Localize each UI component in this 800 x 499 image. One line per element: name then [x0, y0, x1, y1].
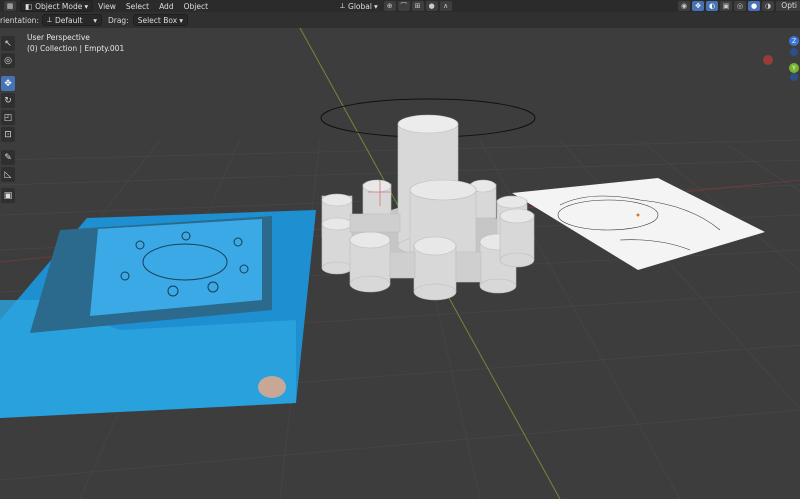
castle-model[interactable] — [321, 114, 535, 301]
collection-info: (0) Collection | Empty.001 — [27, 44, 125, 53]
editor-type-icon[interactable]: ▦ — [4, 1, 16, 11]
menu-add[interactable]: Add — [154, 2, 179, 11]
mode-label: Object Mode — [35, 1, 83, 11]
wireframe-shading-icon[interactable]: ◎ — [734, 1, 746, 11]
menu-view[interactable]: View — [93, 2, 121, 11]
viewport-header: ▦ ◧ Object Mode ▾ View Select Add Object… — [0, 0, 800, 12]
solid-shading-icon[interactable]: ● — [748, 1, 760, 11]
orientation-axes-icon: ⟂ — [46, 15, 52, 24]
menu-select[interactable]: Select — [121, 2, 154, 11]
overlay-toggle-icon[interactable]: ◐ — [706, 1, 718, 11]
object-mode-icon: ◧ — [25, 1, 33, 11]
visibility-eye-icon[interactable]: ◉ — [678, 1, 690, 11]
menu-object[interactable]: Object — [179, 2, 213, 11]
pivot-point-icon[interactable]: ⊕ — [383, 1, 396, 11]
material-shading-icon[interactable]: ◑ — [762, 1, 774, 11]
photo-plane-blue[interactable] — [0, 210, 316, 418]
drag-dropdown[interactable]: Select Box ▾ — [132, 14, 188, 26]
chevron-down-icon: ▾ — [93, 15, 97, 25]
orientation-dropdown[interactable]: ⟂ Default ▾ — [41, 14, 102, 26]
map-plane-white[interactable] — [512, 178, 765, 270]
chevron-down-icon: ▾ — [179, 15, 183, 25]
tool-settings-bar: rientation: ⟂ Default ▾ Drag: Select Box… — [0, 12, 800, 28]
drag-label: Drag: — [107, 15, 129, 25]
transform-icon[interactable]: ⊡ — [1, 127, 15, 142]
select-box-icon[interactable]: ↖ — [1, 36, 15, 51]
measure-icon[interactable]: ◺ — [1, 167, 15, 182]
navigation-gizmo[interactable]: Z Y — [760, 30, 800, 90]
annotate-icon[interactable]: ✎ — [1, 150, 15, 165]
scale-icon[interactable]: ◰ — [1, 110, 15, 125]
add-cube-icon[interactable]: ▣ — [1, 188, 15, 203]
orientation-axes-icon: ⟂ — [340, 1, 346, 10]
chevron-down-icon: ▾ — [84, 1, 89, 11]
neg-y-axis-icon[interactable] — [790, 73, 798, 81]
gizmo-toggle-icon[interactable]: ✥ — [692, 1, 704, 11]
cursor-icon[interactable]: ◎ — [1, 53, 15, 68]
transform-orientation-label: Global — [348, 1, 372, 11]
toolbar: ↖ ◎ ✥ ↻ ◰ ⊡ ✎ ◺ ▣ — [0, 34, 16, 205]
viewport-scene[interactable] — [0, 28, 800, 499]
xray-icon[interactable]: ▣ — [720, 1, 732, 11]
snap-icon[interactable]: ⌒ — [397, 1, 410, 11]
options-button[interactable]: Opti — [778, 1, 800, 11]
view-name: User Perspective — [27, 33, 90, 42]
mode-dropdown[interactable]: ◧ Object Mode ▾ — [20, 0, 94, 12]
snap-target-icon[interactable]: ⊞ — [411, 1, 424, 11]
chevron-down-icon: ▾ — [373, 1, 378, 11]
transform-orientation-dropdown[interactable]: ⟂ Global ▾ — [336, 1, 382, 11]
y-axis-label: Y — [791, 65, 796, 72]
x-axis-icon[interactable] — [763, 55, 773, 65]
move-icon[interactable]: ✥ — [1, 76, 15, 91]
orientation-label: rientation: — [0, 15, 39, 25]
z-axis-label: Z — [792, 38, 796, 45]
3d-viewport[interactable]: User Perspective (0) Collection | Empty.… — [0, 28, 800, 499]
proportional-edit-icon[interactable]: ● — [425, 1, 438, 11]
falloff-curve-icon[interactable]: ∧ — [439, 1, 452, 11]
rotate-icon[interactable]: ↻ — [1, 93, 15, 108]
orientation-value: Default — [54, 15, 83, 25]
neg-z-axis-icon[interactable] — [790, 48, 798, 56]
drag-value: Select Box — [137, 15, 178, 25]
